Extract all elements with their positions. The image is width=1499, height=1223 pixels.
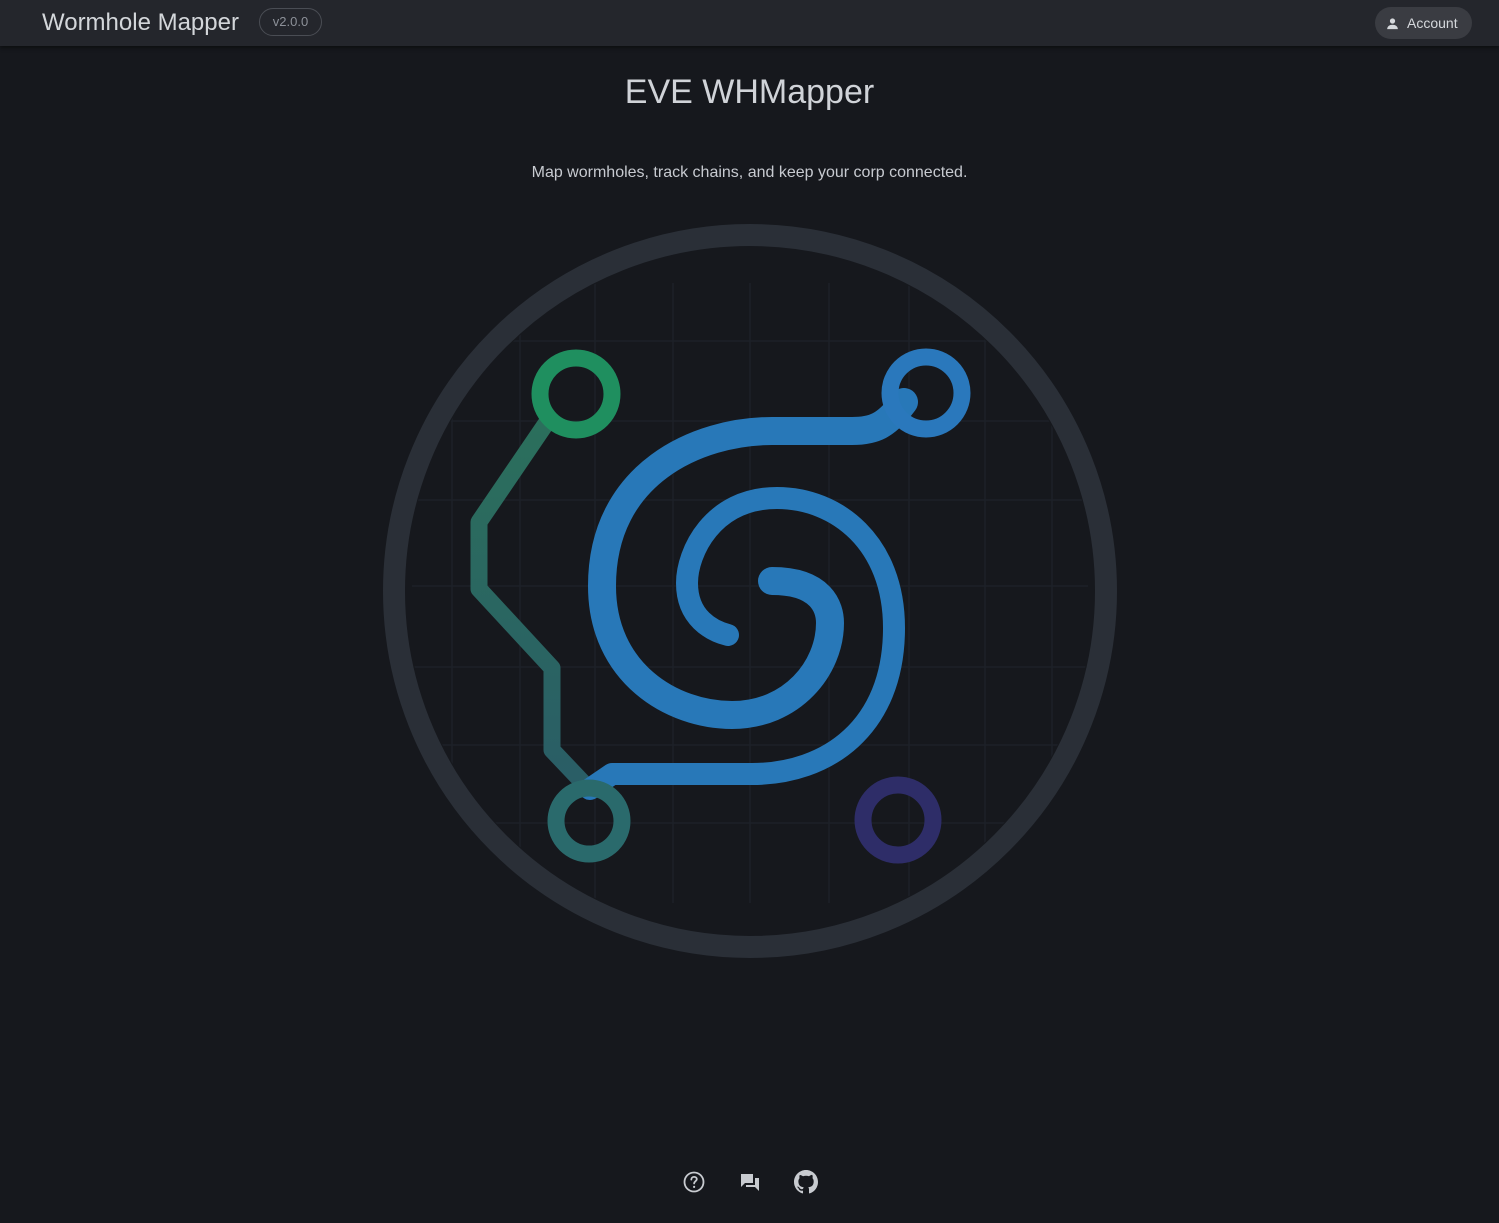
- left-branch-path: [470, 416, 598, 798]
- chat-link[interactable]: [738, 1170, 762, 1194]
- app-title[interactable]: Wormhole Mapper: [42, 8, 239, 38]
- help-link[interactable]: [682, 1170, 706, 1194]
- page-title: EVE WHMapper: [624, 73, 875, 111]
- wormhole-spiral-logo: [383, 224, 1117, 958]
- node-purple: [854, 776, 942, 864]
- account-button[interactable]: Account: [1375, 7, 1472, 39]
- person-icon: [1387, 17, 1398, 29]
- node-green: [531, 349, 621, 439]
- github-icon: [793, 1170, 818, 1194]
- account-label: Account: [1407, 15, 1458, 31]
- background-grid: [412, 283, 1088, 903]
- chat-icon: [740, 1174, 759, 1191]
- help-icon: [683, 1171, 704, 1193]
- footer-links: [0, 1170, 1499, 1202]
- version-badge: v2.0.0: [259, 8, 322, 36]
- github-link[interactable]: [793, 1170, 818, 1194]
- top-app-bar: Wormhole Mapper v2.0.0 Account: [0, 0, 1499, 46]
- tagline: Map wormholes, track chains, and keep yo…: [531, 164, 968, 181]
- spiral-arms: [588, 388, 918, 729]
